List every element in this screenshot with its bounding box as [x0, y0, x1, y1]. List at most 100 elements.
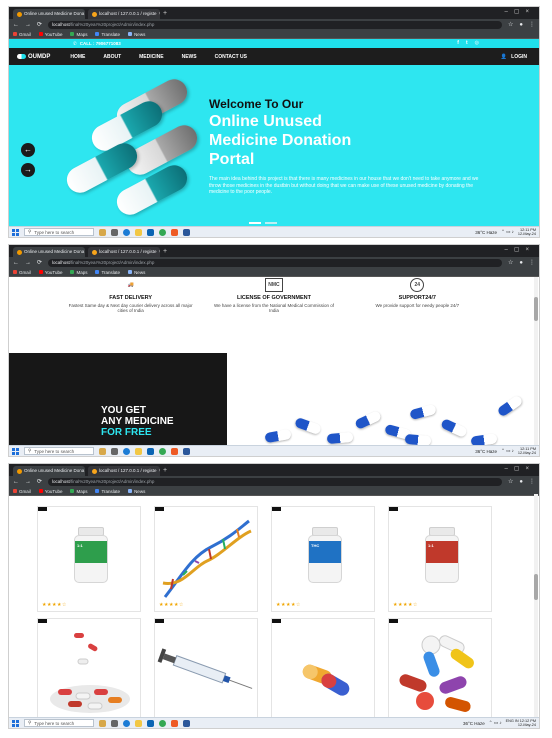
- bookmark-translate[interactable]: Translate: [95, 32, 120, 37]
- profile-icon[interactable]: ●: [519, 22, 523, 28]
- product-card[interactable]: 1:1 ★★★★☆: [388, 506, 492, 612]
- chrome-icon[interactable]: [159, 228, 166, 236]
- windows-start-icon[interactable]: [12, 719, 19, 727]
- chrome-icon[interactable]: [159, 719, 166, 727]
- nav-about[interactable]: ABOUT: [103, 54, 121, 60]
- browser-tab[interactable]: localhost / 127.0.0.1 / registe×: [88, 466, 160, 476]
- edge-icon[interactable]: [123, 447, 130, 455]
- word-icon[interactable]: [183, 228, 190, 236]
- url-input[interactable]: localhost/final%20year%20project/Admin/i…: [48, 20, 502, 29]
- bookmark-youtube[interactable]: YouTube: [38, 489, 62, 494]
- weather-text[interactable]: 36°C Haze: [475, 449, 497, 454]
- product-card[interactable]: ★★★★☆: [154, 506, 258, 612]
- taskbar-search[interactable]: ⚲ Type here to search: [24, 719, 94, 727]
- menu-icon[interactable]: ⋮: [529, 478, 535, 485]
- back-icon[interactable]: ←: [13, 22, 19, 28]
- taskbar-search[interactable]: ⚲ Type here to search: [24, 447, 94, 455]
- xampp-icon[interactable]: [171, 228, 178, 236]
- browser-tab-active[interactable]: Online unused Medicine Dona×: [13, 9, 85, 19]
- bookmark-translate[interactable]: Translate: [95, 270, 120, 275]
- clock[interactable]: ENG IN 12:12 PM 12-May-24: [506, 719, 536, 728]
- taskbar-app-icon[interactable]: [99, 719, 106, 727]
- vscode-icon[interactable]: [147, 228, 154, 236]
- nav-home[interactable]: HOME: [70, 54, 85, 60]
- forward-icon[interactable]: →: [25, 22, 31, 28]
- task-view-icon[interactable]: [111, 228, 118, 236]
- scrollbar-thumb[interactable]: [534, 297, 538, 321]
- product-card[interactable]: [37, 618, 141, 724]
- star-icon[interactable]: ☆: [508, 21, 513, 28]
- window-controls[interactable]: –▢×: [504, 8, 535, 15]
- tray-icons[interactable]: ⌃ ▭ ♪: [501, 448, 514, 454]
- browser-tab-active[interactable]: Online unused Medicine Dona×: [13, 466, 85, 476]
- slider-dot[interactable]: [249, 222, 261, 224]
- bookmark-youtube[interactable]: YouTube: [38, 32, 62, 37]
- new-tab-button[interactable]: +: [163, 466, 167, 476]
- windows-start-icon[interactable]: [12, 228, 19, 236]
- word-icon[interactable]: [183, 447, 190, 455]
- scrollbar-thumb[interactable]: [534, 574, 538, 600]
- taskbar-app-icon[interactable]: [99, 228, 106, 236]
- back-icon[interactable]: ←: [13, 260, 19, 266]
- file-explorer-icon[interactable]: [135, 719, 142, 727]
- bookmark-maps[interactable]: Maps: [70, 489, 87, 494]
- close-tab-icon[interactable]: ×: [159, 466, 160, 476]
- word-icon[interactable]: [183, 719, 190, 727]
- nav-contact[interactable]: CONTACT US: [215, 54, 247, 60]
- browser-tab[interactable]: localhost / 127.0.0.1 / registe×: [88, 9, 160, 19]
- window-controls[interactable]: –▢×: [504, 465, 535, 472]
- browser-tab[interactable]: localhost / 127.0.0.1 / registe×: [88, 247, 160, 257]
- bookmark-gmail[interactable]: Gmail: [13, 32, 31, 37]
- new-tab-button[interactable]: +: [163, 247, 167, 257]
- reload-icon[interactable]: ⟳: [37, 21, 42, 28]
- bookmark-maps[interactable]: Maps: [70, 32, 87, 37]
- product-card[interactable]: [271, 618, 375, 724]
- star-icon[interactable]: ☆: [508, 259, 513, 266]
- menu-icon[interactable]: ⋮: [529, 259, 535, 266]
- taskbar-search[interactable]: ⚲ Type here to search: [24, 228, 94, 236]
- forward-icon[interactable]: →: [25, 260, 31, 266]
- bookmark-gmail[interactable]: Gmail: [13, 489, 31, 494]
- new-tab-button[interactable]: +: [163, 9, 167, 19]
- call-number[interactable]: CALL : 7906771083: [80, 41, 121, 46]
- clock[interactable]: 12:11 PM 12-May-24: [518, 228, 536, 237]
- product-card[interactable]: 1:1 ★★★★☆: [37, 506, 141, 612]
- bookmark-translate[interactable]: Translate: [95, 489, 120, 494]
- page-scrollbar[interactable]: [534, 494, 538, 718]
- product-card[interactable]: [388, 618, 492, 724]
- site-logo[interactable]: OUMDP: [17, 54, 50, 60]
- product-card[interactable]: [154, 618, 258, 724]
- clock[interactable]: 12:11 PM 12-May-24: [518, 447, 536, 456]
- reload-icon[interactable]: ⟳: [37, 478, 42, 485]
- url-input[interactable]: localhost/final%20year%20project/Admin/i…: [48, 477, 502, 486]
- task-view-icon[interactable]: [111, 719, 118, 727]
- weather-text[interactable]: 36°C Haze: [463, 721, 485, 726]
- tray-icons[interactable]: ⌃ ▭ ♪: [489, 720, 502, 726]
- vscode-icon[interactable]: [147, 719, 154, 727]
- edge-icon[interactable]: [123, 228, 130, 236]
- close-tab-icon[interactable]: ×: [159, 9, 160, 19]
- star-icon[interactable]: ☆: [508, 478, 513, 485]
- vscode-icon[interactable]: [147, 447, 154, 455]
- profile-icon[interactable]: ●: [519, 260, 523, 266]
- taskbar-app-icon[interactable]: [99, 447, 106, 455]
- browser-tab-active[interactable]: Online unused Medicine Dona×: [13, 247, 85, 257]
- twitter-icon[interactable]: t: [466, 40, 468, 46]
- windows-start-icon[interactable]: [12, 447, 19, 455]
- forward-icon[interactable]: →: [25, 479, 31, 485]
- weather-text[interactable]: 36°C Haze: [475, 230, 497, 235]
- url-input[interactable]: localhost/final%20year%20project/Admin/i…: [48, 258, 502, 267]
- menu-icon[interactable]: ⋮: [529, 21, 535, 28]
- tray-icons[interactable]: ⌃ ▭ ♪: [501, 229, 514, 235]
- bookmark-news[interactable]: News: [128, 489, 145, 494]
- slider-prev-button[interactable]: ←: [21, 143, 35, 157]
- back-icon[interactable]: ←: [13, 479, 19, 485]
- slider-dot[interactable]: [265, 222, 277, 224]
- window-controls[interactable]: –▢×: [504, 246, 535, 253]
- nav-medicine[interactable]: MEDICINE: [139, 54, 163, 60]
- facebook-icon[interactable]: f: [457, 40, 459, 46]
- bookmark-news[interactable]: News: [128, 32, 145, 37]
- nav-news[interactable]: NEWS: [182, 54, 197, 60]
- profile-icon[interactable]: ●: [519, 479, 523, 485]
- slider-next-button[interactable]: →: [21, 163, 35, 177]
